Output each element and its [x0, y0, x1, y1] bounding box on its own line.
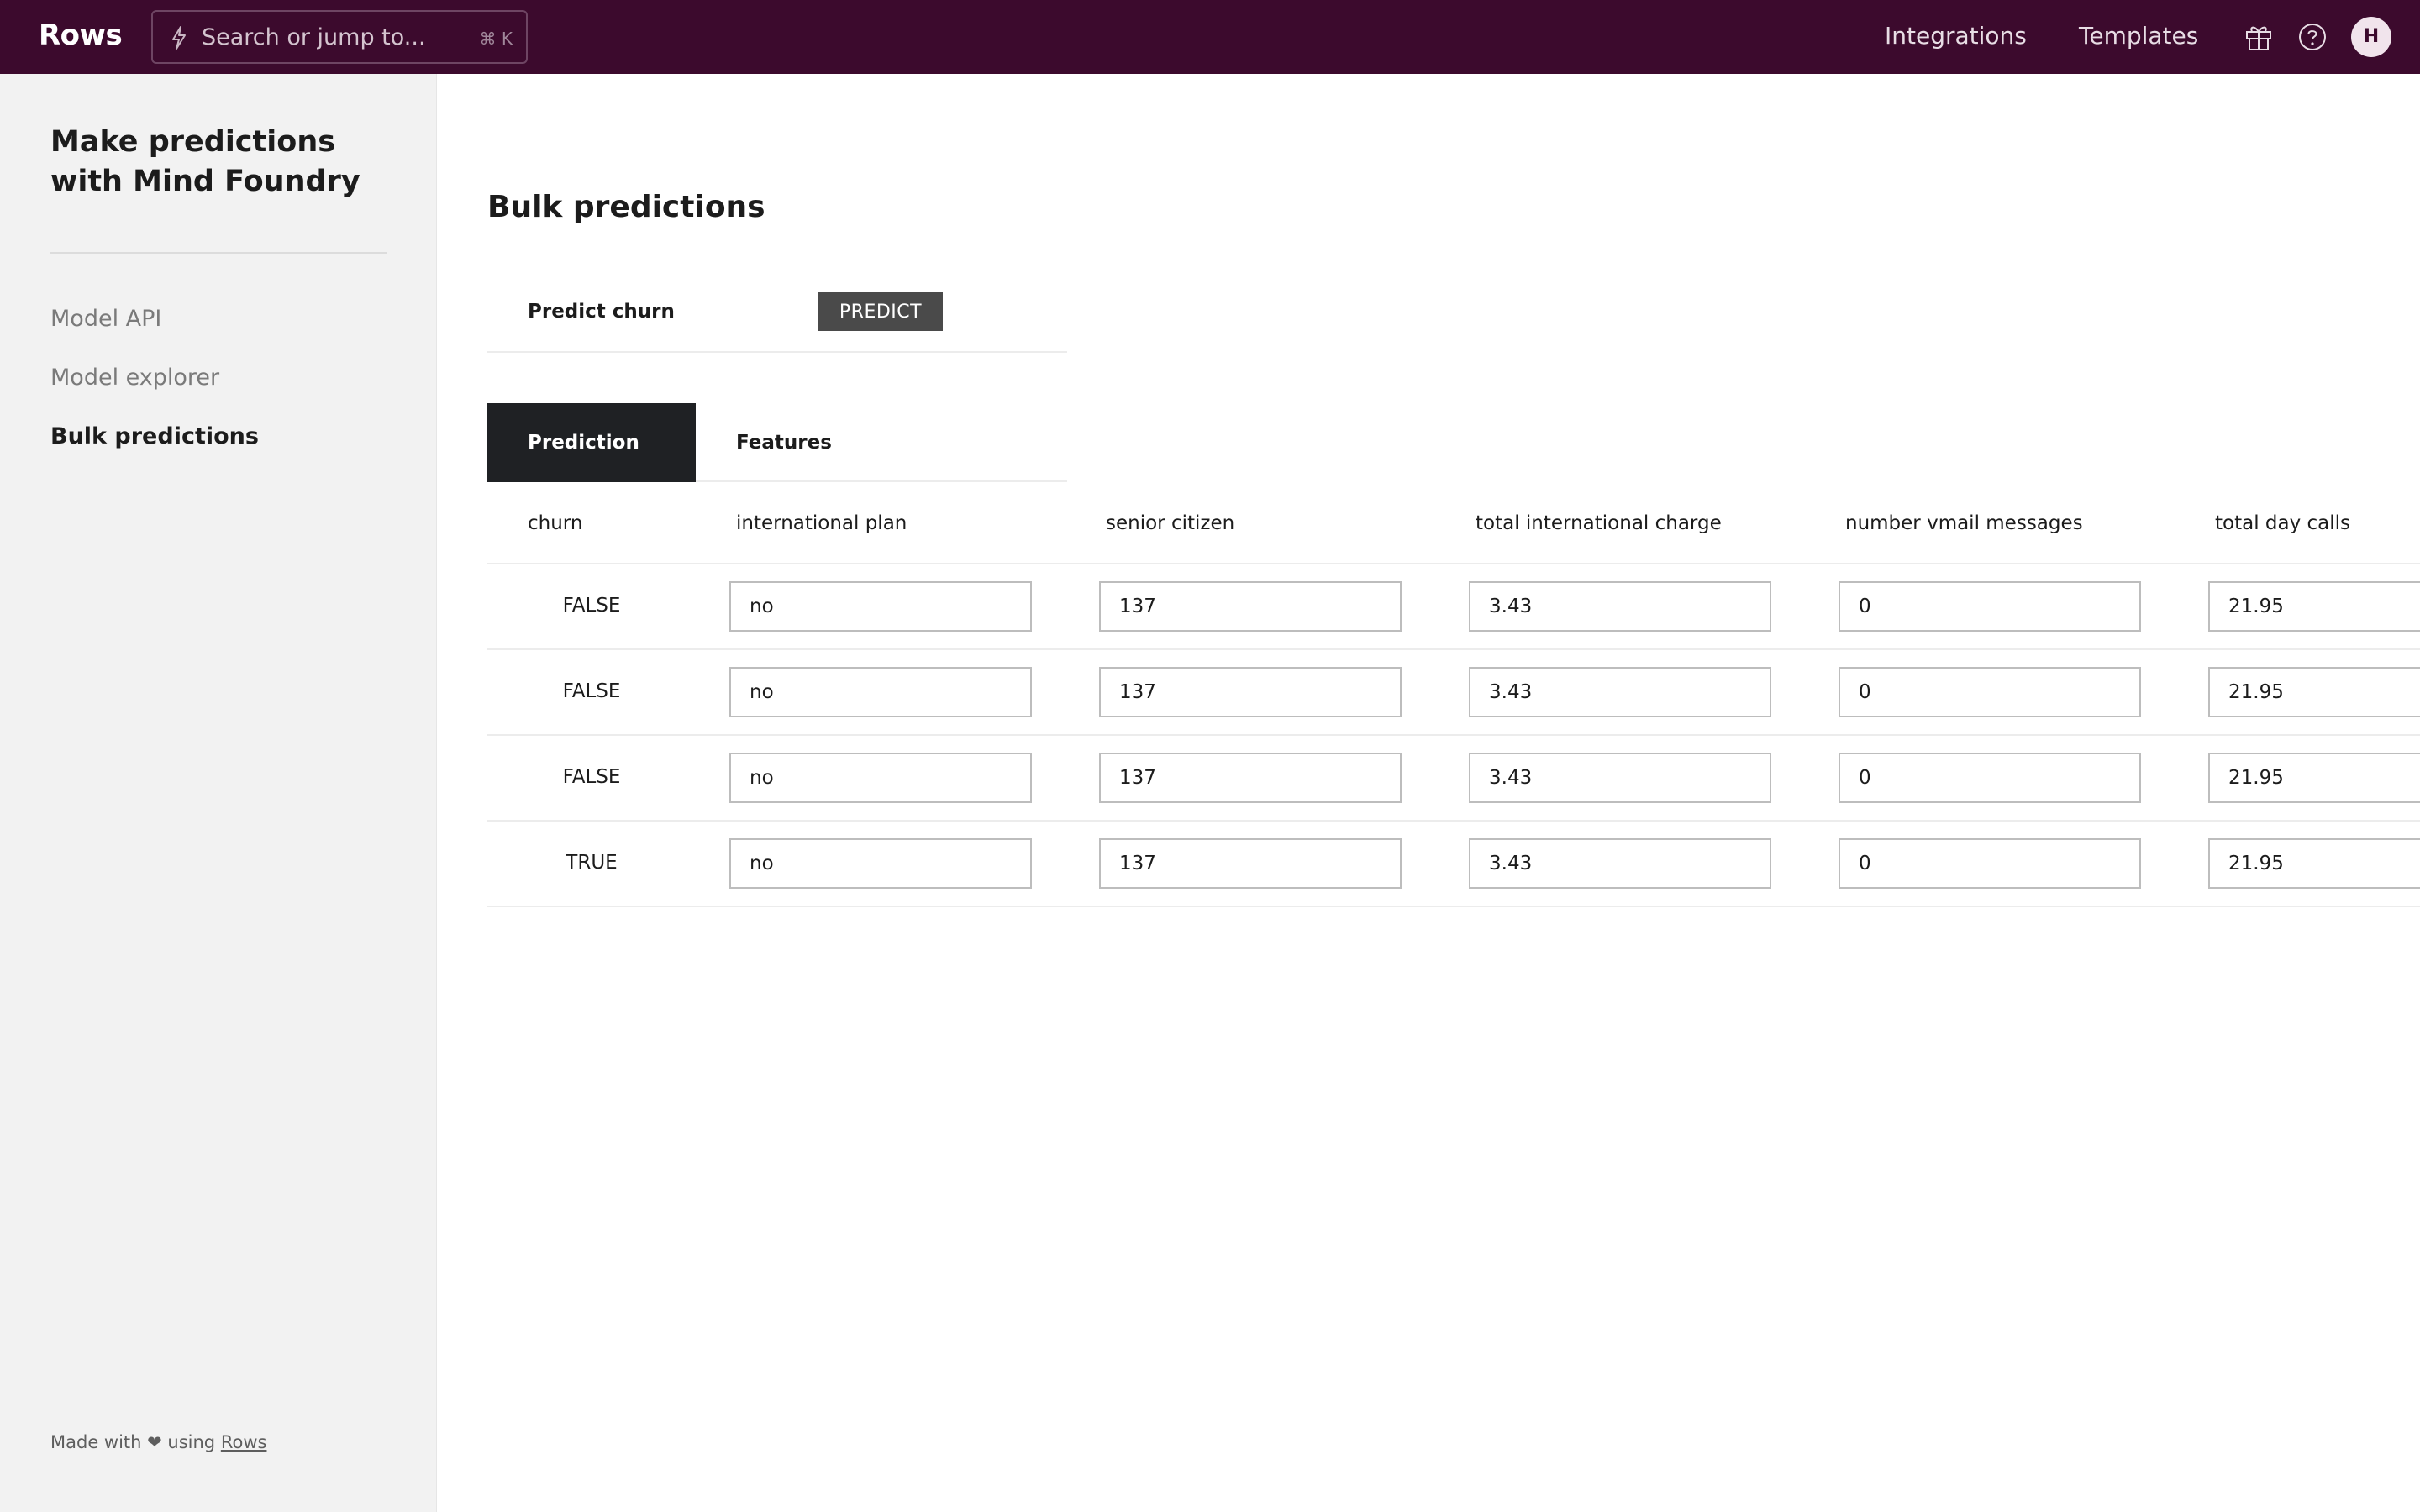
tab-features[interactable]: Features [696, 403, 904, 482]
total-international-charge-input[interactable] [1469, 581, 1771, 632]
churn-value: FALSE [562, 680, 621, 702]
user-avatar[interactable]: H [2351, 17, 2391, 57]
total-international-charge-input[interactable] [1469, 753, 1771, 803]
senior-citizen-input[interactable] [1099, 753, 1402, 803]
predict-label: Predict churn [528, 301, 675, 323]
sidebar-item-model-api[interactable]: Model API [50, 306, 161, 332]
prediction-table: churn international plan senior citizen … [487, 484, 2420, 907]
total-day-calls-input[interactable] [2208, 838, 2420, 889]
page-title: Bulk predictions [487, 190, 765, 224]
senior-citizen-input[interactable] [1099, 581, 1402, 632]
table-row: FALSE [487, 736, 2420, 822]
table-header: churn international plan senior citizen … [487, 484, 2420, 564]
search-box[interactable]: ⌘ K [151, 10, 528, 64]
header-number-vmail-messages: number vmail messages [1845, 512, 2083, 534]
senior-citizen-input[interactable] [1099, 838, 1402, 889]
sidebar-title: Make predictions with Mind Foundry [50, 125, 360, 198]
total-day-calls-input[interactable] [2208, 753, 2420, 803]
international-plan-input[interactable] [729, 581, 1032, 632]
international-plan-input[interactable] [729, 667, 1032, 717]
gift-icon[interactable] [2242, 20, 2275, 54]
international-plan-input[interactable] [729, 838, 1032, 889]
sidebar-item-bulk-predictions[interactable]: Bulk predictions [50, 423, 259, 449]
churn-value: FALSE [562, 595, 621, 617]
footer-text: Made with ❤ using [50, 1432, 216, 1452]
header-senior-citizen: senior citizen [1106, 512, 1235, 534]
number-vmail-messages-input[interactable] [1839, 581, 2141, 632]
tab-prediction[interactable]: Prediction [487, 403, 696, 482]
top-bar: Rows ⌘ K Integrations Templates H [0, 0, 2420, 74]
international-plan-input[interactable] [729, 753, 1032, 803]
predict-row: Predict churn PREDICT [487, 276, 1067, 353]
bolt-icon [172, 26, 186, 50]
search-shortcut: ⌘ K [479, 29, 513, 49]
sidebar-item-model-explorer[interactable]: Model explorer [50, 365, 219, 391]
rows-logo[interactable]: Rows [39, 18, 123, 52]
nav-templates[interactable]: Templates [2079, 22, 2198, 50]
header-total-international-charge: total international charge [1476, 512, 1722, 534]
search-input[interactable] [202, 22, 454, 52]
number-vmail-messages-input[interactable] [1839, 838, 2141, 889]
nav-integrations[interactable]: Integrations [1885, 22, 2027, 50]
senior-citizen-input[interactable] [1099, 667, 1402, 717]
table-row: FALSE [487, 564, 2420, 650]
made-with-footer: Made with ❤ using Rows [50, 1432, 266, 1452]
footer-rows-link[interactable]: Rows [221, 1432, 267, 1452]
table-row: FALSE [487, 650, 2420, 736]
total-day-calls-input[interactable] [2208, 667, 2420, 717]
total-day-calls-input[interactable] [2208, 581, 2420, 632]
header-churn: churn [528, 512, 583, 534]
header-international-plan: international plan [736, 512, 908, 534]
number-vmail-messages-input[interactable] [1839, 753, 2141, 803]
header-total-day-calls: total day calls [2215, 512, 2351, 534]
number-vmail-messages-input[interactable] [1839, 667, 2141, 717]
predict-button[interactable]: PREDICT [818, 292, 943, 331]
main-content: Bulk predictions Predict churn PREDICT P… [437, 74, 2420, 1512]
total-international-charge-input[interactable] [1469, 667, 1771, 717]
churn-value: FALSE [562, 766, 621, 788]
sidebar-divider [50, 252, 387, 254]
table-row: TRUE [487, 822, 2420, 907]
total-international-charge-input[interactable] [1469, 838, 1771, 889]
tab-bar: Prediction Features [487, 403, 1067, 482]
churn-value: TRUE [566, 852, 618, 874]
sidebar: Make predictions with Mind Foundry Model… [0, 74, 437, 1512]
help-icon[interactable] [2296, 20, 2329, 54]
